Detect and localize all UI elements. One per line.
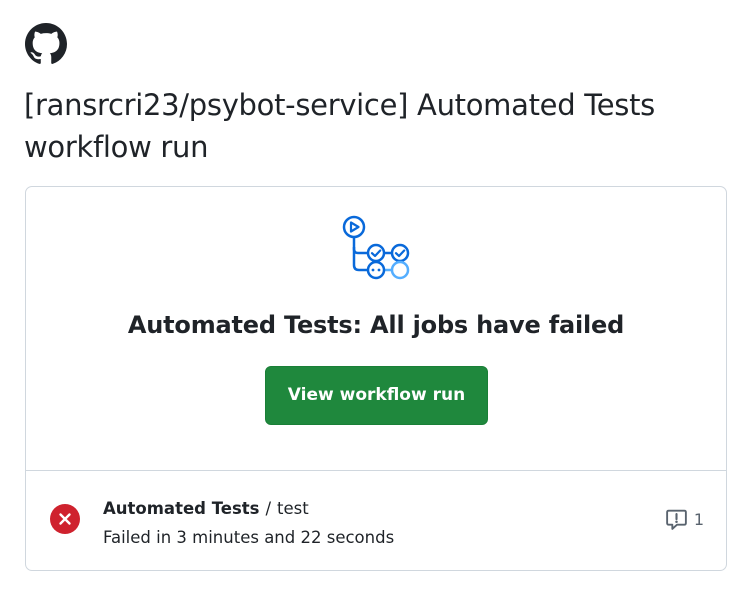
workflow-name: Automated Tests [103,499,260,518]
job-name: test [277,499,309,518]
job-separator: / [265,499,272,518]
view-workflow-run-button[interactable]: View workflow run [265,366,488,425]
comment-alert-icon [664,507,689,532]
email-title: [ransrcri23/psybot-service] Automated Te… [24,88,655,164]
workflow-graph-icon [340,213,412,281]
annotation-indicator[interactable]: 1 [664,507,704,531]
run-status-headline: Automated Tests: All jobs have failed [127,311,625,339]
annotation-count: 1 [693,509,704,529]
job-row[interactable]: Automated Tests / test Failed in 3 minutes… [26,471,726,570]
workflow-run-card: Automated Tests: All jobs have failed Vi… [25,186,727,571]
job-title: Automated Tests / test [103,497,309,521]
github-logo-icon [25,23,67,65]
x-circle-fill-icon [49,503,81,535]
job-status-text: Failed in 3 minutes and 22 seconds [103,528,395,547]
card-summary: Automated Tests: All jobs have failed Vi… [26,187,726,471]
